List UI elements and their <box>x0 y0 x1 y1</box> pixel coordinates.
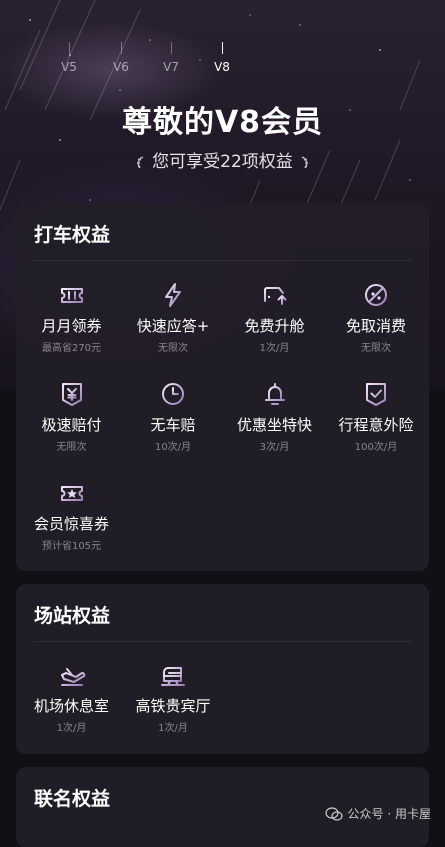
clock-icon <box>162 383 184 405</box>
benefit-count-text: 您可享受22项权益 <box>152 152 293 172</box>
airplane-icon <box>60 668 85 686</box>
benefit-item[interactable]: 极速赔付 无限次 <box>20 380 123 453</box>
benefit-item[interactable]: 免费升舱 1次/月 <box>223 281 326 354</box>
laurel-left-icon <box>136 156 144 169</box>
benefit-label: 高铁贵宾厅 <box>135 697 211 715</box>
benefit-label: 免取消费 <box>345 317 406 335</box>
benefit-limit: 3次/月 <box>259 442 290 453</box>
train-icon <box>161 667 185 686</box>
page-title: 尊敬的V8会员 <box>121 105 324 140</box>
section-title: 打车权益 <box>34 224 111 246</box>
watermark: 公众号 · 用卡屋 <box>324 805 431 822</box>
benefit-label: 极速赔付 <box>41 416 102 434</box>
wechat-icon <box>324 806 343 821</box>
benefit-limit: 无限次 <box>56 442 87 453</box>
watermark-text: 公众号 · 用卡屋 <box>347 807 431 821</box>
benefit-item[interactable]: 会员惊喜券预计省105元 <box>20 479 123 552</box>
divider <box>34 260 411 261</box>
level-label-v8[interactable]: V8 <box>202 60 242 74</box>
level-label-v5[interactable]: V5 <box>49 60 89 74</box>
benefit-limit: 10次/月 <box>154 442 192 453</box>
section-title: 联名权益 <box>34 788 111 810</box>
benefit-label: 月月领券 <box>41 317 102 335</box>
benefit-label: 会员惊喜券 <box>33 515 109 533</box>
benefit-item[interactable]: 月月领券最高省270元 <box>20 281 123 354</box>
benefit-label: 机场休息室 <box>33 697 109 715</box>
laurel-right-icon <box>301 156 309 169</box>
benefit-limit: 1次/月 <box>56 723 87 734</box>
benefit-item[interactable]: 行程意外险 100次/月 <box>325 380 428 453</box>
bell-icon <box>264 383 285 405</box>
star-ticket-icon <box>60 486 83 501</box>
benefit-item[interactable]: 无车赔 10次/月 <box>122 380 225 453</box>
benefit-limit: 100次/月 <box>354 442 398 453</box>
level-tick <box>69 42 70 54</box>
level-label-v6[interactable]: V6 <box>101 60 141 74</box>
level-label-v7[interactable]: V7 <box>151 60 191 74</box>
car-upgrade-icon <box>263 287 286 305</box>
station-benefits-card: 场站权益 机场休息室 1次/月 高铁贵宾厅 1次/月 <box>16 584 429 754</box>
benefit-label: 快速应答+ <box>136 317 210 335</box>
benefit-limit: 1次/月 <box>259 343 290 354</box>
yuan-shield-icon <box>61 383 82 406</box>
section-title: 场站权益 <box>34 605 111 627</box>
benefit-limit: 1次/月 <box>158 723 188 734</box>
benefit-item[interactable]: 高铁贵宾厅 1次/月 <box>122 661 225 734</box>
benefit-limit: 最高省270元 <box>41 343 102 354</box>
divider <box>34 641 411 642</box>
level-track: V5 V6 V7 V8 <box>0 38 445 78</box>
benefit-item[interactable]: 机场休息室 1次/月 <box>20 661 123 734</box>
benefit-label: 优惠坐特快 <box>236 416 312 434</box>
benefit-limit: 无限次 <box>361 343 391 354</box>
benefit-item[interactable]: 快速应答+ 无限次 <box>122 281 225 354</box>
no-fee-icon <box>365 284 387 306</box>
level-tick <box>222 42 223 54</box>
benefit-label: 行程意外险 <box>338 416 414 434</box>
taxi-benefits-card: 打车权益 月月领券 最高省270元 快速应答+ 无限次 免费升舱 1次/月 免取消费 无限次极… <box>16 203 429 571</box>
level-tick <box>171 42 172 54</box>
benefit-count: 您可享受22项权益 <box>0 147 445 172</box>
check-shield-icon <box>366 383 386 406</box>
level-tick <box>121 42 122 54</box>
benefit-label: 无车赔 <box>150 416 196 434</box>
benefit-item[interactable]: 免取消费 无限次 <box>325 281 428 354</box>
benefit-limit: 无限次 <box>158 343 188 354</box>
benefit-limit: 预计省105元 <box>41 541 102 552</box>
ticket-icon <box>60 288 83 303</box>
benefit-label: 免费升舱 <box>244 317 305 335</box>
lightning-icon <box>165 283 181 307</box>
benefit-item[interactable]: 优惠坐特快 3次/月 <box>223 380 326 453</box>
